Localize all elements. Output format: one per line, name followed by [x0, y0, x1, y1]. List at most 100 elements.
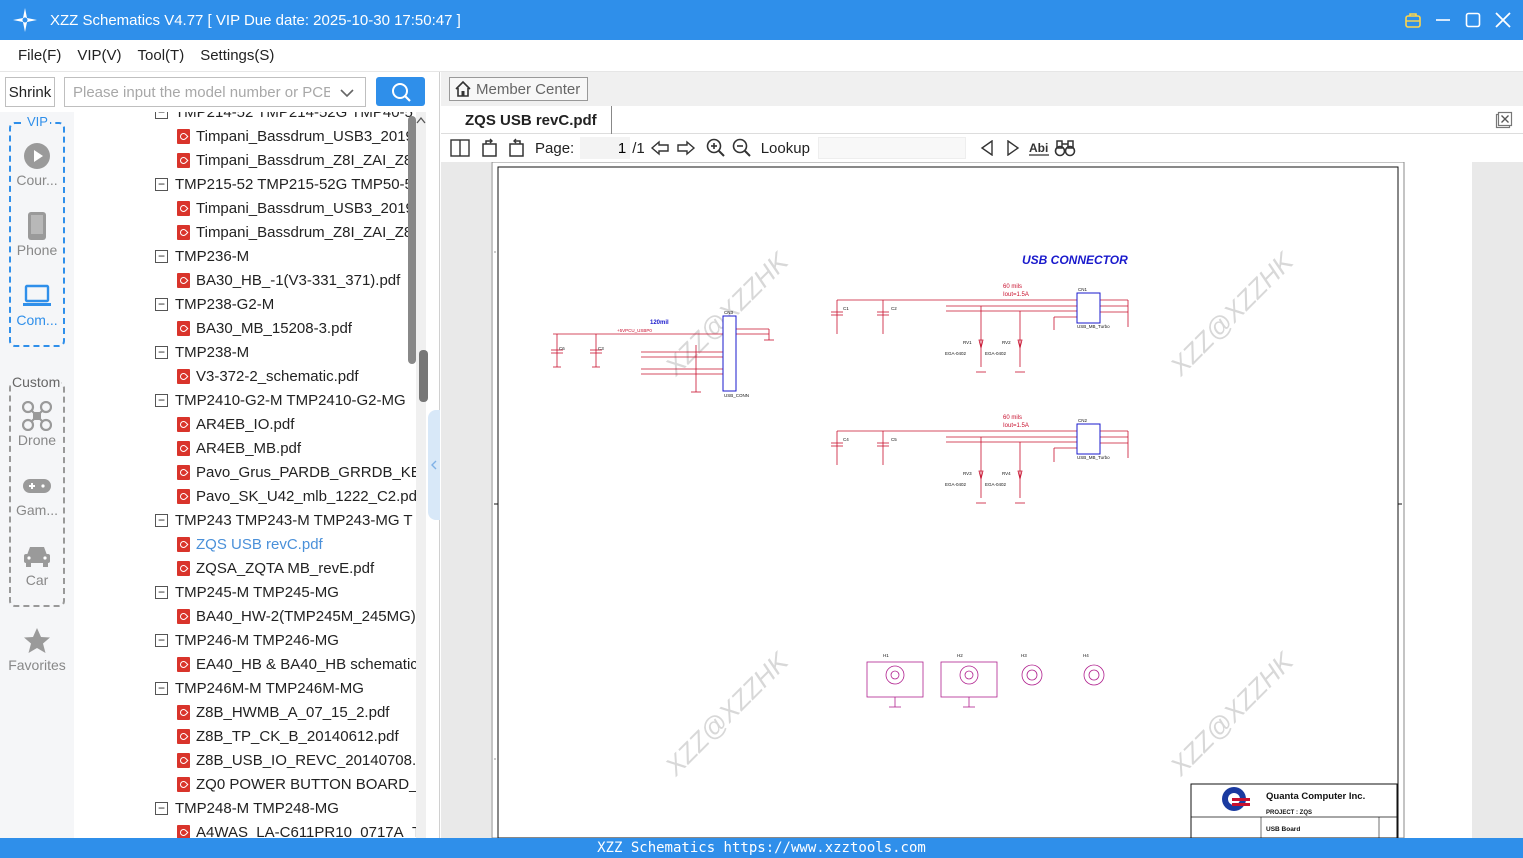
- collapse-icon[interactable]: −: [155, 681, 168, 695]
- tree-scrollbar[interactable]: [416, 112, 426, 838]
- tree-folder-row[interactable]: − TMP215-52 TMP215-52G TMP50-5: [74, 172, 416, 196]
- nav-car[interactable]: Car: [0, 540, 74, 588]
- sidebar-toggle-icon[interactable]: [449, 137, 471, 159]
- search-button[interactable]: [376, 77, 425, 106]
- panel-collapse-handle[interactable]: [428, 410, 440, 520]
- tree-folder-row[interactable]: − TMP238-G2-M: [74, 292, 416, 316]
- nav-drone[interactable]: Drone: [0, 400, 74, 448]
- tree-scroll-thumb[interactable]: [408, 116, 416, 364]
- lookup-input[interactable]: [817, 137, 966, 159]
- label-c3: C3: [598, 346, 604, 351]
- tree-file-row[interactable]: V3-372-2_schematic.pdf: [74, 364, 416, 388]
- tree-folder-row[interactable]: − TMP243 TMP243-M TMP243-MG T: [74, 508, 416, 532]
- menu-vip[interactable]: VIP(V): [69, 47, 129, 64]
- home-icon: [455, 80, 471, 97]
- chevron-down-icon[interactable]: [339, 85, 355, 101]
- pdf-file-icon: [177, 608, 190, 624]
- tree-folder-row[interactable]: − TMP236-M: [74, 244, 416, 268]
- tree-file-row[interactable]: Pavo_SK_U42_mlb_1222_C2.pdf: [74, 484, 416, 508]
- shrink-button[interactable]: Shrink: [5, 77, 55, 107]
- tree-folder-row[interactable]: − TMP246M-M TMP246M-MG: [74, 676, 416, 700]
- model-file-tree: −TMP214-52 TMP214-52G TMP40-5 Timpani_Bas…: [74, 112, 416, 838]
- nav-computer[interactable]: Com...: [0, 280, 74, 328]
- next-page-icon[interactable]: [675, 137, 697, 159]
- tree-file-row[interactable]: Z8B_TP_CK_B_20140612.pdf: [74, 724, 416, 748]
- page-number-input[interactable]: [580, 137, 631, 159]
- collapse-icon[interactable]: −: [155, 801, 168, 815]
- pdf-file-icon: [177, 200, 190, 216]
- collapse-icon[interactable]: −: [155, 393, 168, 407]
- status-bar: XZZ Schematics https://www.xzztools.com: [0, 838, 1523, 858]
- find-previous-icon[interactable]: [976, 137, 998, 159]
- tree-folder-row[interactable]: − TMP245-M TMP245-MG: [74, 580, 416, 604]
- label-iout: Iout=1.5A: [1003, 423, 1029, 429]
- collapse-icon[interactable]: −: [155, 513, 168, 527]
- tree-file-row[interactable]: AR4EB_MB.pdf: [74, 436, 416, 460]
- tree-item-label: AR4EB_MB.pdf: [196, 439, 302, 457]
- collapse-icon[interactable]: −: [155, 112, 168, 119]
- close-tab-icon[interactable]: [1495, 111, 1513, 129]
- binoculars-icon[interactable]: [1054, 137, 1076, 159]
- pdf-file-icon: [177, 728, 190, 744]
- nav-favorites[interactable]: Favorites: [0, 625, 74, 673]
- zoom-out-icon[interactable]: [731, 137, 753, 159]
- collapse-icon[interactable]: −: [155, 177, 168, 191]
- menu-tool[interactable]: Tool(T): [130, 47, 193, 64]
- collapse-icon[interactable]: −: [155, 249, 168, 263]
- find-next-icon[interactable]: [1002, 137, 1024, 159]
- tree-file-row[interactable]: Timpani_Bassdrum_USB3_20190: [74, 196, 416, 220]
- collapse-icon[interactable]: −: [155, 633, 168, 647]
- tree-file-row[interactable]: Z8B_USB_IO_REVC_20140708.pd: [74, 748, 416, 772]
- collapse-icon[interactable]: −: [155, 585, 168, 599]
- previous-page-icon[interactable]: [649, 137, 671, 159]
- tree-folder-row[interactable]: − TMP2410-G2-M TMP2410-G2-MG: [74, 388, 416, 412]
- maximize-button[interactable]: [1463, 10, 1483, 30]
- nav-gaming[interactable]: Gam...: [0, 470, 74, 518]
- tab-zqs-usb-revc[interactable]: ZQS USB revC.pdf: [451, 106, 612, 134]
- minimize-button[interactable]: [1433, 10, 1453, 30]
- tree-folder-row[interactable]: − TMP238-M: [74, 340, 416, 364]
- tree-file-row[interactable]: Pavo_Grus_PARDB_GRRDB_KBL_: [74, 460, 416, 484]
- vip-bag-icon[interactable]: [1403, 10, 1423, 30]
- rotate-left-icon[interactable]: [479, 137, 501, 159]
- menu-file[interactable]: File(F): [10, 47, 69, 64]
- label-h4: H4: [1083, 653, 1089, 658]
- app-logo-icon: [13, 8, 37, 32]
- tree-folder-row[interactable]: − TMP248-M TMP248-MG: [74, 796, 416, 820]
- tree-file-row[interactable]: BA30_HB_-1(V3-331_371).pdf: [74, 268, 416, 292]
- nav-phone[interactable]: Phone: [0, 210, 74, 258]
- tree-file-row[interactable]: ZQ0 POWER BUTTON BOARD_B: [74, 772, 416, 796]
- tree-file-row[interactable]: ZQS USB revC.pdf: [74, 532, 416, 556]
- tree-scroll-thumb-secondary[interactable]: [419, 350, 428, 402]
- window-title: XZZ Schematics V4.77 [ VIP Due date: 202…: [50, 11, 461, 29]
- label-rv1: RV1: [963, 340, 972, 345]
- tree-item-label: BA40_HW-2(TMP245M_245MG): [196, 607, 416, 625]
- tree-folder-row[interactable]: − TMP246-M TMP246-MG: [74, 628, 416, 652]
- menu-settings[interactable]: Settings(S): [192, 47, 282, 64]
- tree-file-row[interactable]: ZQSA_ZQTA MB_revE.pdf: [74, 556, 416, 580]
- tree-item-label: Timpani_Bassdrum_USB3_20190: [196, 127, 416, 145]
- tree-file-row[interactable]: A4WAS_LA-C611PR10_0717A_To: [74, 820, 416, 838]
- pdf-viewer[interactable]: USB CONNECTOR XZZ@XZZHK XZZ@XZZHK XZZ@XZ…: [441, 162, 1523, 838]
- collapse-icon[interactable]: −: [155, 297, 168, 311]
- close-button[interactable]: [1493, 10, 1513, 30]
- search-input[interactable]: [65, 83, 330, 101]
- watermark-text: XZZ@XZZHK: [658, 645, 795, 782]
- tree-file-row[interactable]: BA30_MB_15208-3.pdf: [74, 316, 416, 340]
- tree-file-row[interactable]: Timpani_Bassdrum_USB3_20190: [74, 124, 416, 148]
- tree-file-row[interactable]: Timpani_Bassdrum_Z8I_ZAI_Z8J: [74, 148, 416, 172]
- tree-file-row[interactable]: Timpani_Bassdrum_Z8I_ZAI_Z8J: [74, 220, 416, 244]
- member-center-button[interactable]: Member Center: [449, 77, 588, 101]
- tree-folder-row[interactable]: −TMP214-52 TMP214-52G TMP40-5: [74, 112, 416, 124]
- nav-courses[interactable]: Cour...: [0, 140, 74, 188]
- tree-file-row[interactable]: Z8B_HWMB_A_07_15_2.pdf: [74, 700, 416, 724]
- zoom-in-icon[interactable]: [705, 137, 727, 159]
- tree-file-row[interactable]: AR4EB_IO.pdf: [74, 412, 416, 436]
- tree-file-row[interactable]: BA40_HW-2(TMP245M_245MG): [74, 604, 416, 628]
- rotate-right-icon[interactable]: [505, 137, 527, 159]
- scroll-up-icon[interactable]: [416, 116, 426, 124]
- tree-file-row[interactable]: EA40_HB & BA40_HB schematic: [74, 652, 416, 676]
- collapse-icon[interactable]: −: [155, 345, 168, 359]
- match-case-icon[interactable]: Abi: [1028, 137, 1050, 159]
- label-usb-mb-turbo: USB_MB_Turbo: [1077, 455, 1110, 460]
